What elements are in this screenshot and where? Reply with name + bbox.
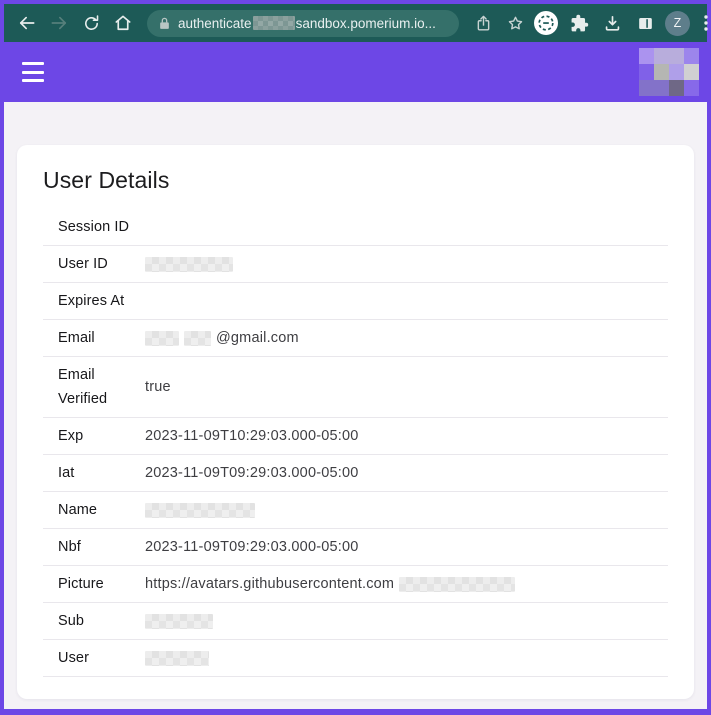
detail-value [145, 252, 668, 276]
detail-label: Exp [58, 428, 84, 444]
value-text: 2023-11-09T09:29:03.000-05:00 [145, 539, 359, 555]
refresh-button[interactable] [77, 9, 105, 37]
detail-row: User [43, 640, 668, 677]
detail-label: Email Verified [58, 367, 108, 407]
hamburger-bar [22, 70, 44, 74]
url-text: authenticate sandbox.pomerium.io... [178, 15, 436, 31]
detail-value [145, 289, 668, 313]
downloads-button[interactable] [599, 10, 625, 36]
detail-row: User ID [43, 246, 668, 283]
detail-label: Name [58, 502, 98, 518]
back-button[interactable] [13, 9, 41, 37]
redacted-value [145, 613, 213, 629]
home-icon [115, 15, 131, 31]
value-text: 2023-11-09T09:29:03.000-05:00 [145, 465, 359, 481]
browser-menu-button[interactable] [697, 10, 711, 36]
extensions-puzzle-icon [571, 14, 588, 31]
app-header [4, 42, 707, 102]
detail-value: 2023-11-09T09:29:03.000-05:00 [145, 461, 668, 485]
side-panel-button[interactable] [632, 10, 658, 36]
redacted-value [145, 256, 233, 272]
detail-label: Expires At [58, 293, 125, 309]
value-text: true [145, 379, 171, 395]
address-bar[interactable]: authenticate sandbox.pomerium.io... [147, 9, 459, 37]
redacted-value [399, 576, 516, 592]
detail-value [145, 498, 668, 522]
redacted-value [145, 330, 179, 346]
detail-label: Session ID [58, 219, 130, 235]
value-text: 2023-11-09T10:29:03.000-05:00 [145, 428, 359, 444]
detail-row: Email Verified true [43, 357, 668, 418]
share-button[interactable] [469, 9, 497, 37]
screenshot-frame: authenticate sandbox.pomerium.io... Z Us… [0, 0, 711, 715]
detail-row: Iat 2023-11-09T09:29:03.000-05:00 [43, 455, 668, 492]
share-icon [477, 15, 489, 31]
extension-circle-button[interactable] [533, 10, 559, 36]
refresh-icon [84, 14, 98, 30]
profile-avatar[interactable]: Z [665, 10, 690, 36]
hamburger-bar [22, 62, 44, 65]
page-body: User Details Session ID User ID Expires At… [4, 102, 707, 709]
detail-label: Iat [58, 465, 75, 481]
detail-row: Picture https://avatars.githubusercontent… [43, 566, 668, 603]
detail-label: User [58, 650, 90, 666]
extension-circle-icon [534, 11, 558, 35]
three-dot-menu-icon [704, 15, 708, 31]
avatar-initial: Z [673, 16, 682, 30]
browser-chrome: authenticate sandbox.pomerium.io... Z [4, 4, 708, 42]
page-title: User Details [43, 167, 170, 193]
redacted-value [145, 502, 255, 518]
side-panel-icon [638, 17, 652, 29]
detail-row: Expires At [43, 283, 668, 320]
redacted-app-logo [639, 48, 699, 96]
home-button[interactable] [109, 9, 137, 37]
detail-value: https://avatars.githubusercontent.com [145, 572, 668, 596]
bookmark-star-icon [508, 16, 522, 29]
value-text: @gmail.com [216, 330, 299, 346]
toolbar-right-cluster: Z [533, 10, 711, 36]
detail-row: Nbf 2023-11-09T09:29:03.000-05:00 [43, 529, 668, 566]
detail-label: Nbf [58, 539, 81, 555]
forward-arrow-icon [51, 16, 67, 30]
detail-row: Email @gmail.com [43, 320, 668, 357]
detail-value [145, 215, 668, 239]
user-details-table: Session ID User ID Expires At Email @gmail.c… [43, 209, 668, 677]
detail-label: Sub [58, 613, 85, 629]
forward-button[interactable] [45, 9, 73, 37]
detail-value [145, 609, 668, 633]
extensions-button[interactable] [566, 10, 592, 36]
detail-value: 2023-11-09T10:29:03.000-05:00 [145, 424, 668, 448]
detail-label: Picture [58, 576, 104, 592]
detail-value: true [145, 375, 668, 399]
detail-value: 2023-11-09T09:29:03.000-05:00 [145, 535, 668, 559]
hamburger-bar [22, 79, 44, 82]
detail-row: Name [43, 492, 668, 529]
bookmark-star-button[interactable] [501, 9, 529, 37]
detail-label: User ID [58, 256, 108, 272]
redacted-value [184, 330, 211, 346]
detail-row: Sub [43, 603, 668, 640]
value-text: https://avatars.githubusercontent.com [145, 576, 395, 592]
hamburger-menu-button[interactable] [22, 62, 48, 82]
user-details-card: User Details Session ID User ID Expires At… [17, 145, 694, 699]
lock-icon [160, 17, 169, 29]
detail-row: Exp 2023-11-09T10:29:03.000-05:00 [43, 418, 668, 455]
detail-row: Session ID [43, 209, 668, 246]
detail-value: @gmail.com [145, 326, 668, 350]
detail-label: Email [58, 330, 95, 346]
download-icon [605, 15, 619, 31]
detail-value [145, 646, 668, 670]
redacted-value [145, 650, 209, 666]
url-redacted-segment [252, 16, 295, 30]
back-arrow-icon [19, 16, 35, 30]
